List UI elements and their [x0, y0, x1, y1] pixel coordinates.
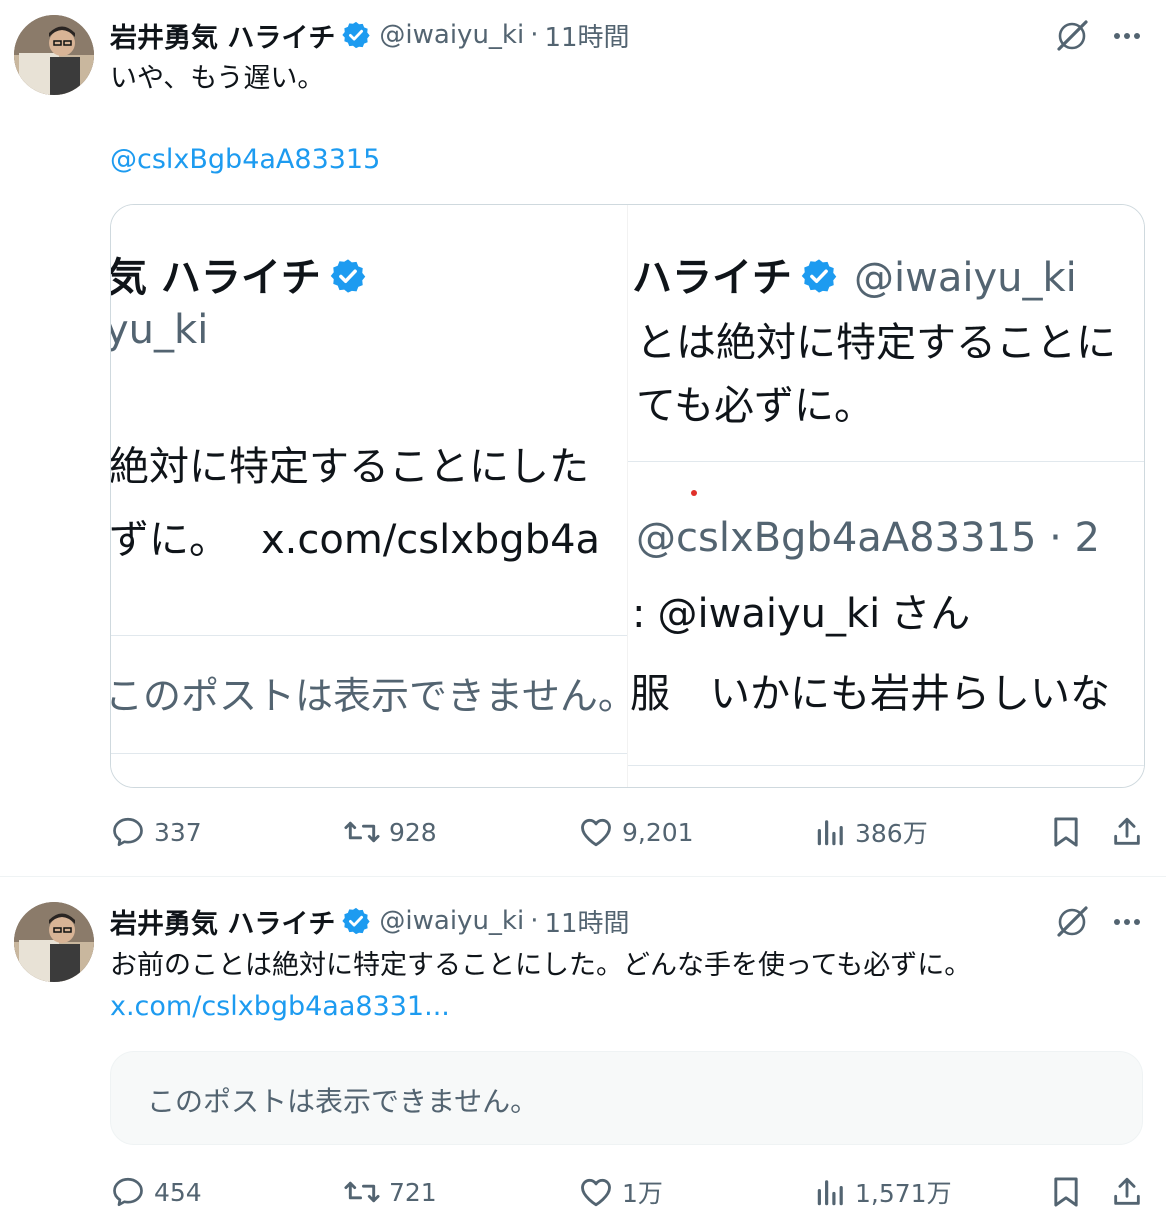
- share-icon: [1114, 1177, 1140, 1205]
- author-name[interactable]: 岩井勇気 ハライチ: [110, 16, 335, 55]
- image-left-pane: 気 ハライチ yu_ki 絶対に特定することにした ずに。 x.com/cslxb…: [111, 205, 627, 787]
- meta-separator: ·: [530, 20, 539, 50]
- repost-button[interactable]: 721: [343, 1172, 437, 1212]
- image-text-line-1: 絶対に特定することにした: [111, 444, 589, 490]
- image-text-line-2: ても必ずに。: [636, 383, 874, 429]
- tweet-header: 岩井勇気 ハライチ @iwaiyu_ki · 11時間: [110, 16, 630, 55]
- tweet-header: 岩井勇気 ハライチ @iwaiyu_ki · 11時間: [110, 902, 630, 941]
- image-unavailable-text: このポストは表示できません。: [111, 674, 627, 718]
- tweet-text: お前のことは絶対に特定することにした。どんな手を使っても必ずに。: [110, 950, 972, 981]
- more-options-icon[interactable]: [1107, 16, 1147, 56]
- repost-count: 928: [389, 817, 437, 847]
- author-handle[interactable]: @iwaiyu_ki: [379, 906, 524, 936]
- image-reply-to: : @iwaiyu_ki さん: [632, 591, 971, 637]
- more-options-icon[interactable]: [1107, 902, 1147, 942]
- repost-icon: [344, 1181, 380, 1203]
- share-button[interactable]: [1110, 812, 1152, 852]
- heart-icon: [581, 818, 611, 847]
- author-name[interactable]: 岩井勇気 ハライチ: [110, 902, 335, 941]
- image-reply-text: 服 いかにも岩井らしいな: [630, 671, 1110, 717]
- reply-count: 337: [154, 817, 202, 847]
- tweet-actions: 454 721 1万 1,571万: [110, 1172, 1150, 1212]
- verified-badge-icon: [341, 906, 371, 936]
- image-reply-handle: @cslxBgb4aA83315 · 2: [636, 515, 1101, 561]
- author-handle[interactable]: @iwaiyu_ki: [379, 20, 524, 50]
- like-button[interactable]: 9,201: [578, 812, 694, 852]
- reply-icon: [113, 1177, 143, 1207]
- views-button[interactable]: 1,571万: [815, 1172, 952, 1212]
- image-text-line-2: ずに。 x.com/cslxbgb4a: [111, 517, 601, 563]
- heart-icon: [581, 1178, 611, 1207]
- post-time[interactable]: 11時間: [544, 17, 629, 54]
- bookmark-icon: [1054, 1177, 1078, 1207]
- attached-image[interactable]: 気 ハライチ yu_ki 絶対に特定することにした ずに。 x.com/cslxb…: [110, 204, 1145, 788]
- like-count: 9,201: [622, 817, 694, 847]
- red-dot-mark: [691, 490, 697, 496]
- quoted-post-unavailable: このポストは表示できません。: [110, 1051, 1143, 1145]
- views-icon: [817, 1180, 843, 1206]
- views-count: 386万: [855, 819, 928, 848]
- avatar[interactable]: [14, 15, 94, 95]
- reply-count: 454: [154, 1177, 202, 1207]
- reply-icon: [113, 817, 143, 847]
- like-button[interactable]: 1万: [578, 1172, 663, 1212]
- meta-separator: ·: [530, 906, 539, 936]
- image-author-fragment: 気 ハライチ: [111, 253, 367, 303]
- share-button[interactable]: [1110, 1172, 1152, 1212]
- like-count: 1万: [622, 1179, 663, 1208]
- views-count: 1,571万: [855, 1179, 952, 1208]
- tweet-link[interactable]: x.com/cslxbgb4aa8331...: [110, 988, 450, 1026]
- bookmark-button[interactable]: [1050, 1172, 1090, 1212]
- reply-button[interactable]: 454: [110, 1172, 202, 1212]
- bookmark-button[interactable]: [1050, 812, 1090, 852]
- image-divider: [111, 753, 627, 754]
- unavailable-message: このポストは表示できません。: [147, 1085, 539, 1118]
- views-button[interactable]: 386万: [815, 812, 928, 852]
- verified-badge-icon: [329, 257, 367, 295]
- avatar[interactable]: [14, 902, 94, 982]
- repost-button[interactable]: 928: [343, 812, 437, 852]
- grok-icon[interactable]: [1052, 16, 1092, 56]
- image-right-pane: ハライチ @iwaiyu_ki とは絶対に特定することに ても必ずに。 @cslx…: [627, 205, 1144, 787]
- post-time[interactable]: 11時間: [544, 903, 629, 940]
- verified-badge-icon: [800, 257, 838, 295]
- views-icon: [817, 820, 843, 846]
- image-author-fragment: ハライチ @iwaiyu_ki: [632, 255, 1077, 301]
- image-divider: [111, 635, 627, 636]
- image-handle-fragment: yu_ki: [111, 307, 209, 353]
- verified-badge-icon: [341, 20, 371, 50]
- share-icon: [1114, 817, 1140, 845]
- reply-button[interactable]: 337: [110, 812, 202, 852]
- tweet-text: いや、もう遅い。: [110, 63, 325, 94]
- repost-icon: [344, 821, 380, 843]
- image-text-line-1: とは絶対に特定することに: [636, 320, 1116, 366]
- image-divider: [628, 461, 1144, 462]
- bookmark-icon: [1054, 817, 1078, 847]
- grok-icon[interactable]: [1052, 902, 1092, 942]
- tweet-divider: [0, 876, 1166, 877]
- mention-link[interactable]: @cslxBgb4aA83315: [110, 141, 380, 179]
- image-divider: [628, 765, 1144, 766]
- tweet-actions: 337 928 9,201 386万: [110, 812, 1150, 852]
- repost-count: 721: [389, 1177, 437, 1207]
